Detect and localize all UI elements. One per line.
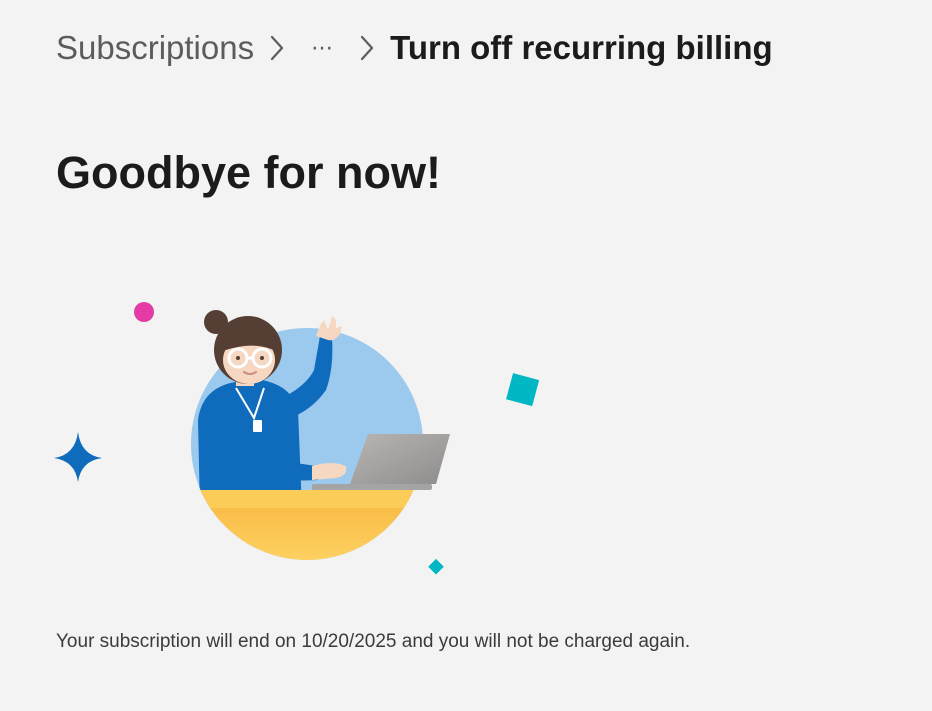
- breadcrumb-current: Turn off recurring billing: [390, 29, 773, 66]
- teal-square-icon: [506, 373, 540, 407]
- teal-diamond-icon: [428, 558, 444, 575]
- goodbye-illustration: [50, 290, 550, 590]
- chevron-right-icon: [344, 28, 390, 68]
- page-title: Goodbye for now!: [56, 147, 441, 198]
- breadcrumb-subscriptions-link[interactable]: Subscriptions: [56, 29, 254, 67]
- breadcrumb: Subscriptions ⋯ Turn off recurring billi…: [56, 24, 773, 72]
- breadcrumb-overflow-button[interactable]: ⋯: [300, 28, 344, 68]
- blue-sparkle-icon: [54, 432, 102, 482]
- subscription-end-message: Your subscription will end on 10/20/2025…: [56, 631, 691, 652]
- pink-dot-icon: [134, 302, 154, 322]
- page: Subscriptions ⋯ Turn off recurring billi…: [0, 0, 932, 711]
- more-icon: ⋯: [311, 35, 334, 60]
- chevron-right-icon: [254, 28, 300, 68]
